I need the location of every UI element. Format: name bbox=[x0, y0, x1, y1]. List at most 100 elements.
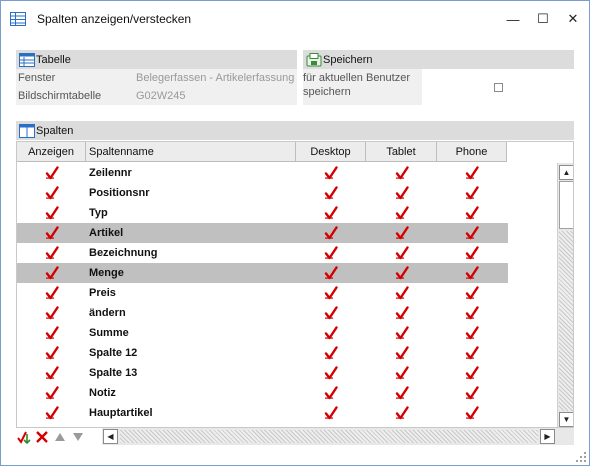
anzeigen-cell[interactable] bbox=[17, 203, 86, 223]
desktop-cell[interactable] bbox=[296, 183, 366, 203]
checked-icon bbox=[324, 186, 338, 200]
bildschirmtabelle-value: G02W245 bbox=[136, 90, 186, 102]
select-all-button[interactable] bbox=[16, 429, 32, 445]
tablet-cell[interactable] bbox=[366, 303, 437, 323]
table-row[interactable]: Typ bbox=[17, 203, 508, 223]
resize-grip-icon[interactable] bbox=[575, 451, 587, 463]
desktop-cell[interactable] bbox=[296, 403, 366, 423]
scroll-thumb[interactable] bbox=[559, 181, 573, 229]
tablet-cell[interactable] bbox=[366, 363, 437, 383]
tablet-cell[interactable] bbox=[366, 343, 437, 363]
table-row[interactable]: Notiz bbox=[17, 383, 508, 403]
phone-cell[interactable] bbox=[437, 163, 507, 183]
speichern-checkbox[interactable] bbox=[493, 82, 503, 92]
tablet-cell[interactable] bbox=[366, 163, 437, 183]
table-row[interactable]: Artikel bbox=[17, 223, 508, 243]
scroll-left-button[interactable]: ◀ bbox=[103, 429, 118, 444]
checked-icon bbox=[324, 206, 338, 220]
phone-cell[interactable] bbox=[437, 183, 507, 203]
phone-cell[interactable] bbox=[437, 303, 507, 323]
phone-cell[interactable] bbox=[437, 263, 507, 283]
tablet-cell[interactable] bbox=[366, 243, 437, 263]
desktop-cell[interactable] bbox=[296, 383, 366, 403]
spaltenname-cell: Typ bbox=[89, 207, 108, 219]
anzeigen-cell[interactable] bbox=[17, 343, 86, 363]
tablet-cell[interactable] bbox=[366, 323, 437, 343]
maximize-button[interactable]: ☐ bbox=[528, 1, 558, 37]
anzeigen-cell[interactable] bbox=[17, 163, 86, 183]
desktop-cell[interactable] bbox=[296, 283, 366, 303]
table-row[interactable]: Menge bbox=[17, 263, 508, 283]
move-down-button[interactable] bbox=[70, 429, 86, 445]
minimize-icon: — bbox=[506, 11, 520, 27]
table-row[interactable]: Bezeichnung bbox=[17, 243, 508, 263]
tablet-cell[interactable] bbox=[366, 283, 437, 303]
anzeigen-cell[interactable] bbox=[17, 403, 86, 423]
move-up-button[interactable] bbox=[52, 429, 68, 445]
phone-cell[interactable] bbox=[437, 403, 507, 423]
checked-icon bbox=[395, 166, 409, 180]
scroll-down-button[interactable]: ▼ bbox=[559, 412, 573, 427]
spaltenname-cell: Positionsnr bbox=[89, 187, 150, 199]
anzeigen-cell[interactable] bbox=[17, 263, 86, 283]
anzeigen-cell[interactable] bbox=[17, 223, 86, 243]
anzeigen-cell[interactable] bbox=[17, 323, 86, 343]
col-header-desktop[interactable]: Desktop bbox=[296, 142, 366, 162]
desktop-cell[interactable] bbox=[296, 163, 366, 183]
col-header-spaltenname[interactable]: Spaltenname bbox=[86, 142, 296, 162]
checked-icon bbox=[395, 266, 409, 280]
scroll-track[interactable] bbox=[559, 231, 573, 411]
desktop-cell[interactable] bbox=[296, 243, 366, 263]
minimize-button[interactable]: — bbox=[498, 1, 528, 37]
scroll-up-button[interactable]: ▲ bbox=[559, 165, 573, 180]
tablet-cell[interactable] bbox=[366, 263, 437, 283]
phone-cell[interactable] bbox=[437, 363, 507, 383]
phone-cell[interactable] bbox=[437, 383, 507, 403]
table-row[interactable]: Hauptartikel bbox=[17, 403, 508, 423]
table-row[interactable]: Spalte 13 bbox=[17, 363, 508, 383]
table-row[interactable]: Positionsnr bbox=[17, 183, 508, 203]
vertical-scrollbar[interactable]: ▲ ▼ bbox=[557, 163, 573, 427]
desktop-cell[interactable] bbox=[296, 363, 366, 383]
hscroll-track[interactable] bbox=[120, 430, 538, 443]
tablet-cell[interactable] bbox=[366, 383, 437, 403]
anzeigen-cell[interactable] bbox=[17, 303, 86, 323]
phone-cell[interactable] bbox=[437, 243, 507, 263]
desktop-cell[interactable] bbox=[296, 343, 366, 363]
phone-cell[interactable] bbox=[437, 203, 507, 223]
desktop-cell[interactable] bbox=[296, 323, 366, 343]
table-row[interactable]: Spalte 12 bbox=[17, 343, 508, 363]
desktop-cell[interactable] bbox=[296, 203, 366, 223]
columns-grid: Anzeigen Spaltenname Desktop Tablet Phon… bbox=[16, 141, 574, 428]
phone-cell[interactable] bbox=[437, 283, 507, 303]
col-header-tablet[interactable]: Tablet bbox=[366, 142, 437, 162]
anzeigen-cell[interactable] bbox=[17, 383, 86, 403]
deselect-button[interactable] bbox=[34, 429, 50, 445]
phone-cell[interactable] bbox=[437, 323, 507, 343]
tablet-cell[interactable] bbox=[366, 223, 437, 243]
col-header-phone[interactable]: Phone bbox=[437, 142, 507, 162]
col-header-anzeigen[interactable]: Anzeigen bbox=[17, 142, 86, 162]
anzeigen-cell[interactable] bbox=[17, 243, 86, 263]
fenster-label: Fenster bbox=[18, 72, 56, 84]
phone-cell[interactable] bbox=[437, 223, 507, 243]
horizontal-scrollbar[interactable]: ◀ ▶ bbox=[102, 428, 558, 445]
anzeigen-cell[interactable] bbox=[17, 363, 86, 383]
close-button[interactable]: ✕ bbox=[558, 1, 588, 37]
tablet-cell[interactable] bbox=[366, 183, 437, 203]
scroll-right-button[interactable]: ▶ bbox=[540, 429, 555, 444]
anzeigen-cell[interactable] bbox=[17, 283, 86, 303]
checked-icon bbox=[395, 306, 409, 320]
phone-cell[interactable] bbox=[437, 343, 507, 363]
desktop-cell[interactable] bbox=[296, 223, 366, 243]
table-row[interactable]: Preis bbox=[17, 283, 508, 303]
tablet-cell[interactable] bbox=[366, 403, 437, 423]
table-row[interactable]: Zeilennr bbox=[17, 163, 508, 183]
checked-icon bbox=[45, 386, 59, 400]
anzeigen-cell[interactable] bbox=[17, 183, 86, 203]
desktop-cell[interactable] bbox=[296, 263, 366, 283]
table-row[interactable]: ändern bbox=[17, 303, 508, 323]
tablet-cell[interactable] bbox=[366, 203, 437, 223]
table-row[interactable]: Summe bbox=[17, 323, 508, 343]
desktop-cell[interactable] bbox=[296, 303, 366, 323]
